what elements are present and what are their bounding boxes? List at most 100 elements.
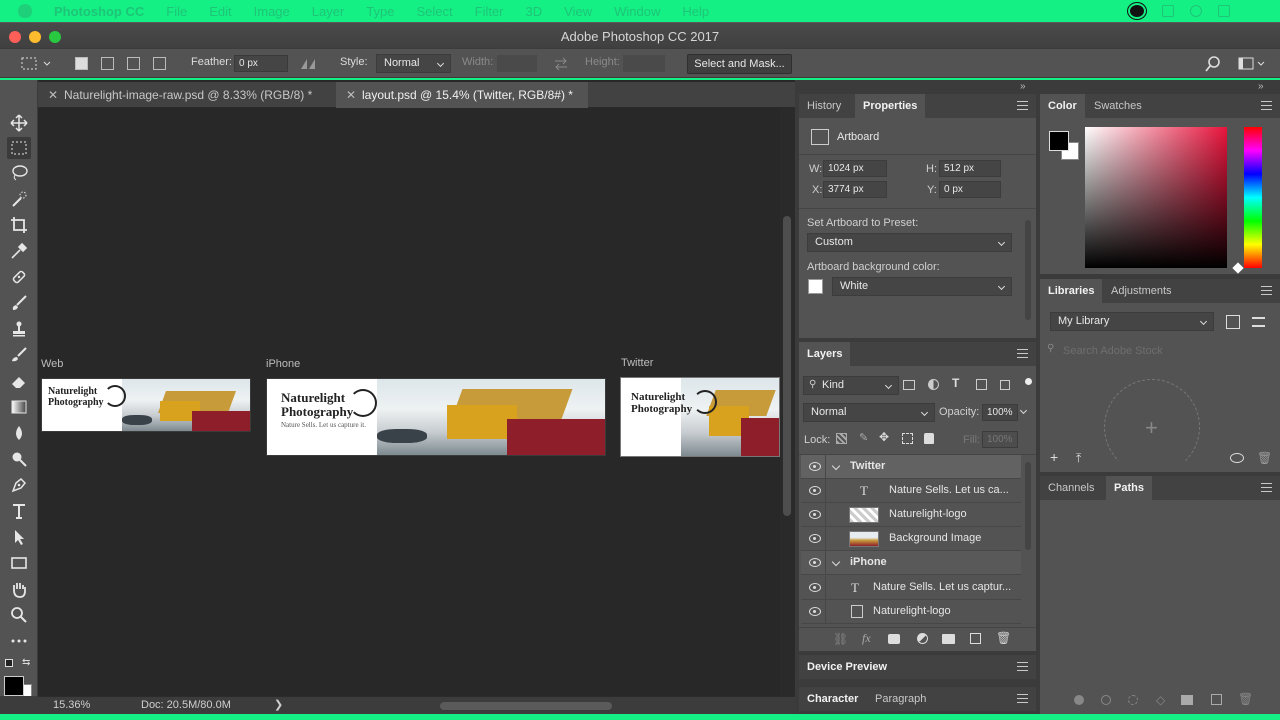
tab-device-preview[interactable]: Device Preview <box>799 655 896 679</box>
height-input[interactable] <box>623 55 665 72</box>
layer-row[interactable]: T Nature Sells. Let us ca... <box>801 479 1021 503</box>
hue-slider-handle[interactable] <box>1232 262 1244 274</box>
vertical-scrollbar[interactable] <box>780 108 795 696</box>
stock-search-input[interactable]: Search Adobe Stock <box>1063 345 1163 357</box>
tab-swatches[interactable]: Swatches <box>1086 94 1150 118</box>
grid-view-icon[interactable] <box>1226 315 1240 329</box>
artboard-width-input[interactable]: 1024 px <box>823 160 887 177</box>
more-tools-icon[interactable] <box>7 630 31 652</box>
add-selection-icon[interactable] <box>101 57 114 70</box>
lock-all-icon[interactable] <box>924 433 934 444</box>
tab-libraries[interactable]: Libraries <box>1040 279 1103 303</box>
delete-path-icon[interactable]: 🗑 <box>1238 692 1253 706</box>
artboard-label-web[interactable]: Web <box>41 358 63 370</box>
layer-name[interactable]: iPhone <box>850 556 887 568</box>
layer-name[interactable]: Naturelight-logo <box>873 605 951 617</box>
spotlight-icon[interactable] <box>1190 5 1202 17</box>
eraser-tool-icon[interactable] <box>7 370 31 392</box>
blur-tool-icon[interactable] <box>7 422 31 444</box>
apple-icon[interactable] <box>18 4 32 18</box>
tab-properties[interactable]: Properties <box>855 94 926 118</box>
crop-tool-icon[interactable] <box>7 214 31 236</box>
color-field[interactable] <box>1085 127 1227 268</box>
library-dropdown[interactable]: My Library <box>1050 312 1214 331</box>
vertical-scroll-thumb[interactable] <box>783 216 791 516</box>
add-content-icon[interactable]: + <box>1050 449 1058 465</box>
status-menu-arrow[interactable]: ❯ <box>274 698 283 711</box>
add-mask-icon[interactable] <box>1181 695 1193 705</box>
canvas[interactable]: Web Naturelight Photography iPhone Natur… <box>38 108 780 696</box>
gradient-tool-icon[interactable] <box>7 396 31 418</box>
anti-alias-icon[interactable] <box>299 57 321 71</box>
cc-sync-icon[interactable] <box>1230 453 1244 463</box>
visibility-eye-icon[interactable] <box>809 510 821 519</box>
swap-colors-icon[interactable]: ⇆ <box>22 657 30 668</box>
fill-input[interactable]: 100% <box>982 431 1018 448</box>
fx-icon[interactable]: fx <box>862 631 871 646</box>
visibility-eye-icon[interactable] <box>809 558 821 567</box>
panel-menu-icon[interactable] <box>1017 694 1028 703</box>
menu-3d[interactable]: 3D <box>526 4 543 19</box>
blend-mode-dropdown[interactable]: Normal <box>803 403 935 422</box>
foreground-color-swatch[interactable] <box>4 676 24 696</box>
menu-select[interactable]: Select <box>416 4 452 19</box>
layers-scrollbar[interactable] <box>1025 462 1031 550</box>
new-selection-icon[interactable] <box>75 57 88 70</box>
layer-name[interactable]: Twitter <box>850 460 885 472</box>
artboard-label-twitter[interactable]: Twitter <box>621 357 653 369</box>
layer-row[interactable]: iPhone <box>801 551 1021 575</box>
close-tab-icon[interactable]: ✕ <box>48 82 58 108</box>
zoom-tool-icon[interactable] <box>7 604 31 626</box>
marquee-preset-icon[interactable] <box>20 56 52 72</box>
zoom-level[interactable]: 15.36% <box>53 699 90 711</box>
tab-character[interactable]: Character <box>799 687 867 711</box>
hue-slider[interactable] <box>1244 127 1262 268</box>
artboard-height-input[interactable]: 512 px <box>939 160 1001 177</box>
bg-color-dropdown[interactable]: White <box>832 277 1012 296</box>
collapse-dock-icon[interactable]: » <box>1020 81 1026 92</box>
hand-tool-icon[interactable] <box>7 578 31 600</box>
feather-input[interactable]: 0 px <box>234 55 288 72</box>
artboard-web[interactable]: Naturelight Photography <box>41 378 251 432</box>
eyedropper-tool-icon[interactable] <box>7 240 31 262</box>
subtract-selection-icon[interactable] <box>127 57 140 70</box>
visibility-eye-icon[interactable] <box>809 486 821 495</box>
upload-icon[interactable]: ⤒ <box>1076 451 1081 466</box>
lock-pixels-icon[interactable]: ✎ <box>859 431 868 444</box>
dodge-tool-icon[interactable] <box>7 448 31 470</box>
artboard-label-iphone[interactable]: iPhone <box>266 358 300 370</box>
tab-color[interactable]: Color <box>1040 94 1085 118</box>
tab-paths[interactable]: Paths <box>1106 476 1152 500</box>
bg-color-swatch[interactable] <box>808 279 823 294</box>
filter-toggle[interactable] <box>1025 378 1032 385</box>
pixel-filter-icon[interactable] <box>903 380 915 390</box>
trash-icon[interactable]: 🗑 <box>1257 451 1272 465</box>
status-menu-icon[interactable] <box>1162 5 1174 17</box>
move-tool-icon[interactable] <box>7 112 31 134</box>
panel-menu-icon[interactable] <box>1261 286 1272 295</box>
fg-color-swatch[interactable] <box>1049 131 1069 151</box>
lasso-tool-icon[interactable] <box>7 162 31 184</box>
kind-filter-dropdown[interactable]: Kind <box>803 376 899 395</box>
close-tab-icon[interactable]: ✕ <box>346 82 356 108</box>
tab-paragraph[interactable]: Paragraph <box>867 687 934 711</box>
lock-position-icon[interactable]: ✥ <box>879 430 889 444</box>
opacity-slider-icon[interactable] <box>1019 406 1028 415</box>
lock-transparency-icon[interactable] <box>836 433 847 444</box>
panel-menu-icon[interactable] <box>1261 101 1272 110</box>
collapse-dock-icon-2[interactable]: » <box>1258 81 1264 92</box>
artboard-y-input[interactable]: 0 px <box>939 181 1001 198</box>
smart-object-filter-icon[interactable] <box>1000 380 1010 390</box>
swap-icon[interactable] <box>553 57 569 71</box>
stroke-path-icon[interactable] <box>1101 695 1111 705</box>
menu-view[interactable]: View <box>564 4 592 19</box>
menu-filter[interactable]: Filter <box>475 4 504 19</box>
menu-image[interactable]: Image <box>254 4 290 19</box>
history-brush-tool-icon[interactable] <box>7 344 31 366</box>
visibility-eye-icon[interactable] <box>809 607 821 616</box>
artboard-twitter[interactable]: Naturelight Photography <box>620 377 780 457</box>
tab-channels[interactable]: Channels <box>1040 476 1102 500</box>
layer-row[interactable]: Naturelight-logo <box>801 600 1021 624</box>
rectangle-tool-icon[interactable] <box>7 552 31 574</box>
lock-artboard-icon[interactable] <box>902 433 913 444</box>
